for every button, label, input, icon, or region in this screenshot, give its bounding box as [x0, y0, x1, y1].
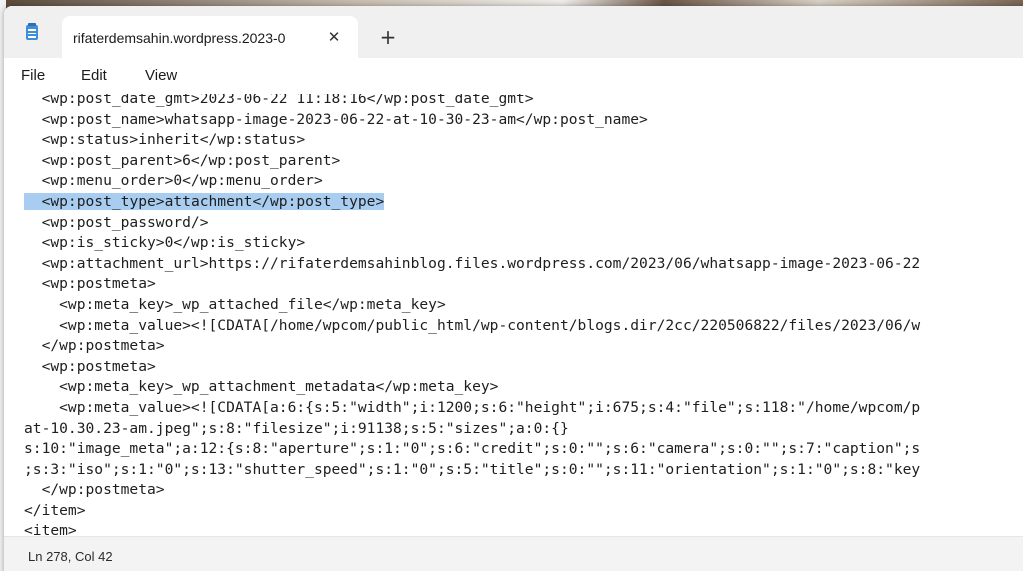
text-line[interactable]: <wp:meta_value><![CDATA[a:6:{s:5:"width"…: [24, 398, 920, 419]
status-bar: Ln 278, Col 42: [4, 536, 1023, 571]
document-tab[interactable]: rifaterdemsahin.wordpress.2023-0 ✕: [62, 16, 358, 58]
text-line[interactable]: <wp:post_password/>: [24, 213, 920, 234]
text-line[interactable]: </wp:postmeta>: [24, 336, 920, 357]
text-line[interactable]: at-10.30.23-am.jpeg";s:8:"filesize";i:91…: [24, 419, 920, 440]
text-line[interactable]: </item>: [24, 501, 920, 522]
title-bar: rifaterdemsahin.wordpress.2023-0 ✕ +: [4, 6, 1023, 58]
text-line[interactable]: <wp:meta_key>_wp_attachment_metadata</wp…: [24, 377, 920, 398]
text-line[interactable]: <wp:attachment_url>https://rifaterdemsah…: [24, 254, 921, 275]
tab-title: rifaterdemsahin.wordpress.2023-0: [73, 30, 286, 46]
close-icon[interactable]: ✕: [324, 27, 344, 47]
text-line[interactable]: <wp:post_name>whatsapp-image-2023-06-22-…: [24, 110, 920, 131]
text-line[interactable]: <wp:menu_order>0</wp:menu_order>: [24, 171, 920, 192]
plus-icon[interactable]: +: [376, 25, 400, 49]
menu-bar: File Edit View: [4, 58, 1023, 94]
text-line[interactable]: <wp:meta_value><![CDATA[/home/wpcom/publ…: [24, 316, 920, 337]
menu-view[interactable]: View: [145, 67, 177, 84]
menu-file[interactable]: File: [21, 67, 45, 84]
text-line[interactable]: <wp:postmeta>: [24, 357, 920, 378]
notepad-icon: [26, 23, 38, 40]
text-line[interactable]: <wp:meta_key>_wp_attached_file</wp:meta_…: [24, 295, 920, 316]
text-line[interactable]: </wp:postmeta>: [24, 480, 920, 501]
text-line[interactable]: ;s:3:"iso";s:1:"0";s:13:"shutter_speed";…: [24, 460, 920, 481]
text-editor[interactable]: <wp:post_date_gmt>2023-06-22 11:18:16</w…: [4, 94, 1023, 536]
text-line[interactable]: <wp:post_parent>6</wp:post_parent>: [24, 151, 920, 172]
text-line[interactable]: s:10:"image_meta";a:12:{s:8:"aperture";s…: [24, 439, 920, 460]
text-line[interactable]: <wp:post_type>attachment</wp:post_type>: [24, 192, 920, 213]
text-line[interactable]: <wp:postmeta>: [24, 274, 920, 295]
desktop-background: rifaterdemsahin.wordpress.2023-0 ✕ + Fil…: [0, 0, 1023, 571]
text-line[interactable]: <wp:is_sticky>0</wp:is_sticky>: [24, 233, 920, 254]
text-line[interactable]: <wp:post_date_gmt>2023-06-22 11:18:16</w…: [24, 94, 920, 110]
cursor-position: Ln 278, Col 42: [28, 549, 113, 564]
selected-text[interactable]: <wp:post_type>attachment</wp:post_type>: [41, 192, 385, 210]
menu-edit[interactable]: Edit: [81, 67, 107, 84]
notepad-window: rifaterdemsahin.wordpress.2023-0 ✕ + Fil…: [4, 6, 1023, 571]
text-line[interactable]: <item>: [24, 521, 920, 536]
text-line[interactable]: <wp:status>inherit</wp:status>: [24, 130, 920, 151]
editor-text[interactable]: <wp:post_date_gmt>2023-06-22 11:18:16</w…: [24, 94, 920, 536]
